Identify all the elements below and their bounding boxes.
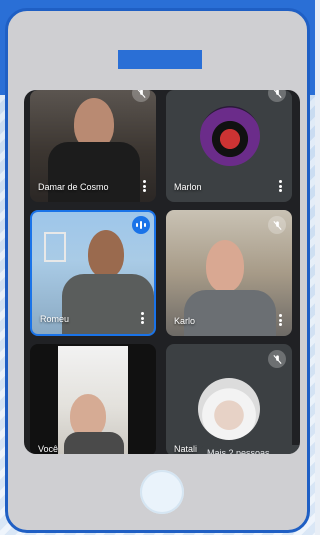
participant-tile-self[interactable]: Você	[30, 344, 156, 454]
mic-off-icon	[132, 90, 150, 102]
participant-tile-natali[interactable]: Natali	[166, 344, 292, 454]
participant-video	[88, 230, 124, 278]
participant-body	[184, 290, 276, 336]
participant-name: Natali	[174, 444, 198, 454]
participant-body	[64, 432, 124, 454]
more-vert-icon[interactable]	[279, 314, 282, 326]
more-vert-icon[interactable]	[143, 180, 146, 192]
meeting-screen: Damar de Cosmo Marlon Romeu Karlo Você N…	[24, 90, 300, 454]
participant-avatar	[198, 378, 260, 440]
mic-off-icon	[268, 350, 286, 368]
participant-tile-karlo[interactable]: Karlo	[166, 210, 292, 336]
participant-name: Marlon	[174, 182, 202, 192]
participant-body	[48, 142, 140, 202]
participant-tile-romeu[interactable]: Romeu	[30, 210, 156, 336]
participant-video	[206, 240, 244, 292]
participant-name: Karlo	[174, 316, 196, 326]
participant-name: Romeu	[40, 314, 70, 324]
participant-tile-damar[interactable]: Damar de Cosmo	[30, 90, 156, 202]
mic-off-icon	[268, 90, 286, 102]
participant-avatar	[200, 106, 260, 166]
wall-decoration	[44, 232, 66, 262]
participant-body	[62, 274, 154, 334]
home-button[interactable]	[140, 470, 184, 514]
mic-off-icon	[268, 216, 286, 234]
phone-speaker	[118, 50, 202, 69]
more-vert-icon[interactable]	[141, 312, 144, 324]
participant-name: Você	[38, 444, 59, 454]
audio-level-icon	[132, 216, 150, 234]
participant-name: Damar de Cosmo	[38, 182, 109, 192]
participant-tile-marlon[interactable]: Marlon	[166, 90, 292, 202]
more-vert-icon[interactable]	[279, 180, 282, 192]
more-people-chip[interactable]: Mais 2 pessoas	[199, 445, 300, 454]
